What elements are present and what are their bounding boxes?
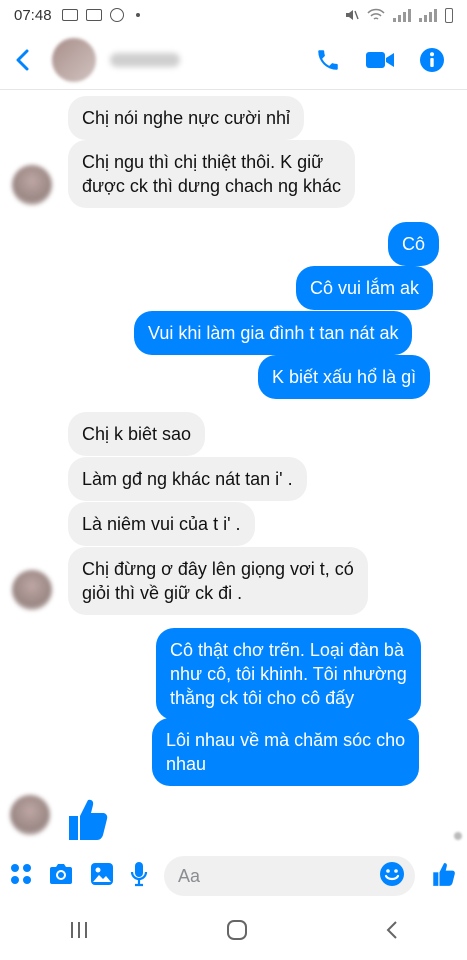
more-notifications-icon <box>135 13 140 17</box>
apps-button[interactable] <box>10 863 32 890</box>
read-indicator <box>454 832 462 840</box>
message-bubble-incoming[interactable]: Chị nói nghe nực cười nhỉ <box>68 96 305 140</box>
message-bubble-outgoing[interactable]: K biết xấu hổ là gì <box>258 355 431 399</box>
composer-bar: Aa <box>0 848 467 904</box>
back-button[interactable] <box>0 30 44 90</box>
gallery-icon <box>91 862 113 885</box>
home-icon <box>226 919 247 940</box>
like-icon <box>433 862 455 886</box>
gallery-notification-icon <box>61 9 78 21</box>
message-bubble-incoming[interactable]: Là niêm vui của t i' . <box>68 502 255 546</box>
sender-avatar[interactable] <box>12 165 52 205</box>
message-bubble-outgoing[interactable]: Cô <box>388 222 440 266</box>
message-bubble-incoming[interactable]: Chị k biêt sao <box>68 412 206 456</box>
signal2-icon <box>419 8 437 22</box>
apps-icon <box>11 863 31 884</box>
phone-icon <box>318 49 338 70</box>
message-bubble-incoming[interactable]: Chị đừng ơ đây lên giọng vơi t, có giỏi … <box>68 547 368 615</box>
home-button[interactable] <box>226 919 248 946</box>
conversation-header <box>0 30 467 90</box>
info-icon <box>420 47 444 72</box>
system-navigation-bar <box>0 904 467 960</box>
send-like-button[interactable] <box>431 861 457 892</box>
message-bubble-outgoing[interactable]: Lôi nhau về mà chăm sóc cho nhau <box>152 718 420 786</box>
contact-name-blurred[interactable] <box>110 52 180 67</box>
camera-button[interactable] <box>48 863 74 890</box>
like-icon <box>69 799 108 840</box>
message-bubble-outgoing[interactable]: Cô vui lắm ak <box>296 266 434 310</box>
message-bubble-incoming[interactable]: Chị ngu thì chị thiệt thôi. K giữ được c… <box>68 140 356 208</box>
microphone-icon <box>130 861 148 886</box>
battery-icon <box>445 7 453 23</box>
info-button[interactable] <box>419 47 445 73</box>
call-button[interactable] <box>315 47 341 73</box>
video-icon <box>366 51 394 68</box>
mute-icon <box>346 10 359 20</box>
message-bubble-incoming[interactable]: Làm gđ ng khác nát tan i' . <box>68 457 307 501</box>
sender-avatar[interactable] <box>12 570 52 610</box>
wifi-icon <box>367 8 385 20</box>
like-sticker[interactable] <box>66 796 110 847</box>
message-input[interactable]: Aa <box>164 856 415 896</box>
messenger-notification-icon <box>109 8 124 22</box>
voice-button[interactable] <box>130 861 148 892</box>
status-bar: 07:48 <box>0 0 467 30</box>
video-call-button[interactable] <box>365 49 395 71</box>
message-notification-icon <box>85 9 102 21</box>
contact-avatar[interactable] <box>52 37 96 82</box>
message-bubble-outgoing[interactable]: Vui khi làm gia đình t tan nát ak <box>134 311 413 355</box>
camera-icon <box>50 863 72 884</box>
recent-apps-button[interactable] <box>69 921 89 944</box>
status-right <box>343 7 453 23</box>
sender-avatar[interactable] <box>10 795 50 835</box>
signal-icon <box>393 8 411 22</box>
chevron-left-icon <box>386 920 397 939</box>
recents-icon <box>70 921 87 938</box>
emoji-icon <box>380 861 404 886</box>
message-input-placeholder: Aa <box>178 865 201 886</box>
emoji-button[interactable] <box>379 861 405 892</box>
system-back-button[interactable] <box>385 920 399 945</box>
status-time: 07:48 <box>14 6 52 24</box>
message-bubble-outgoing[interactable]: Cô thật chơ trẽn. Loại đàn bà như cô, tô… <box>156 628 421 720</box>
back-icon <box>16 49 29 70</box>
gallery-button[interactable] <box>90 862 114 891</box>
